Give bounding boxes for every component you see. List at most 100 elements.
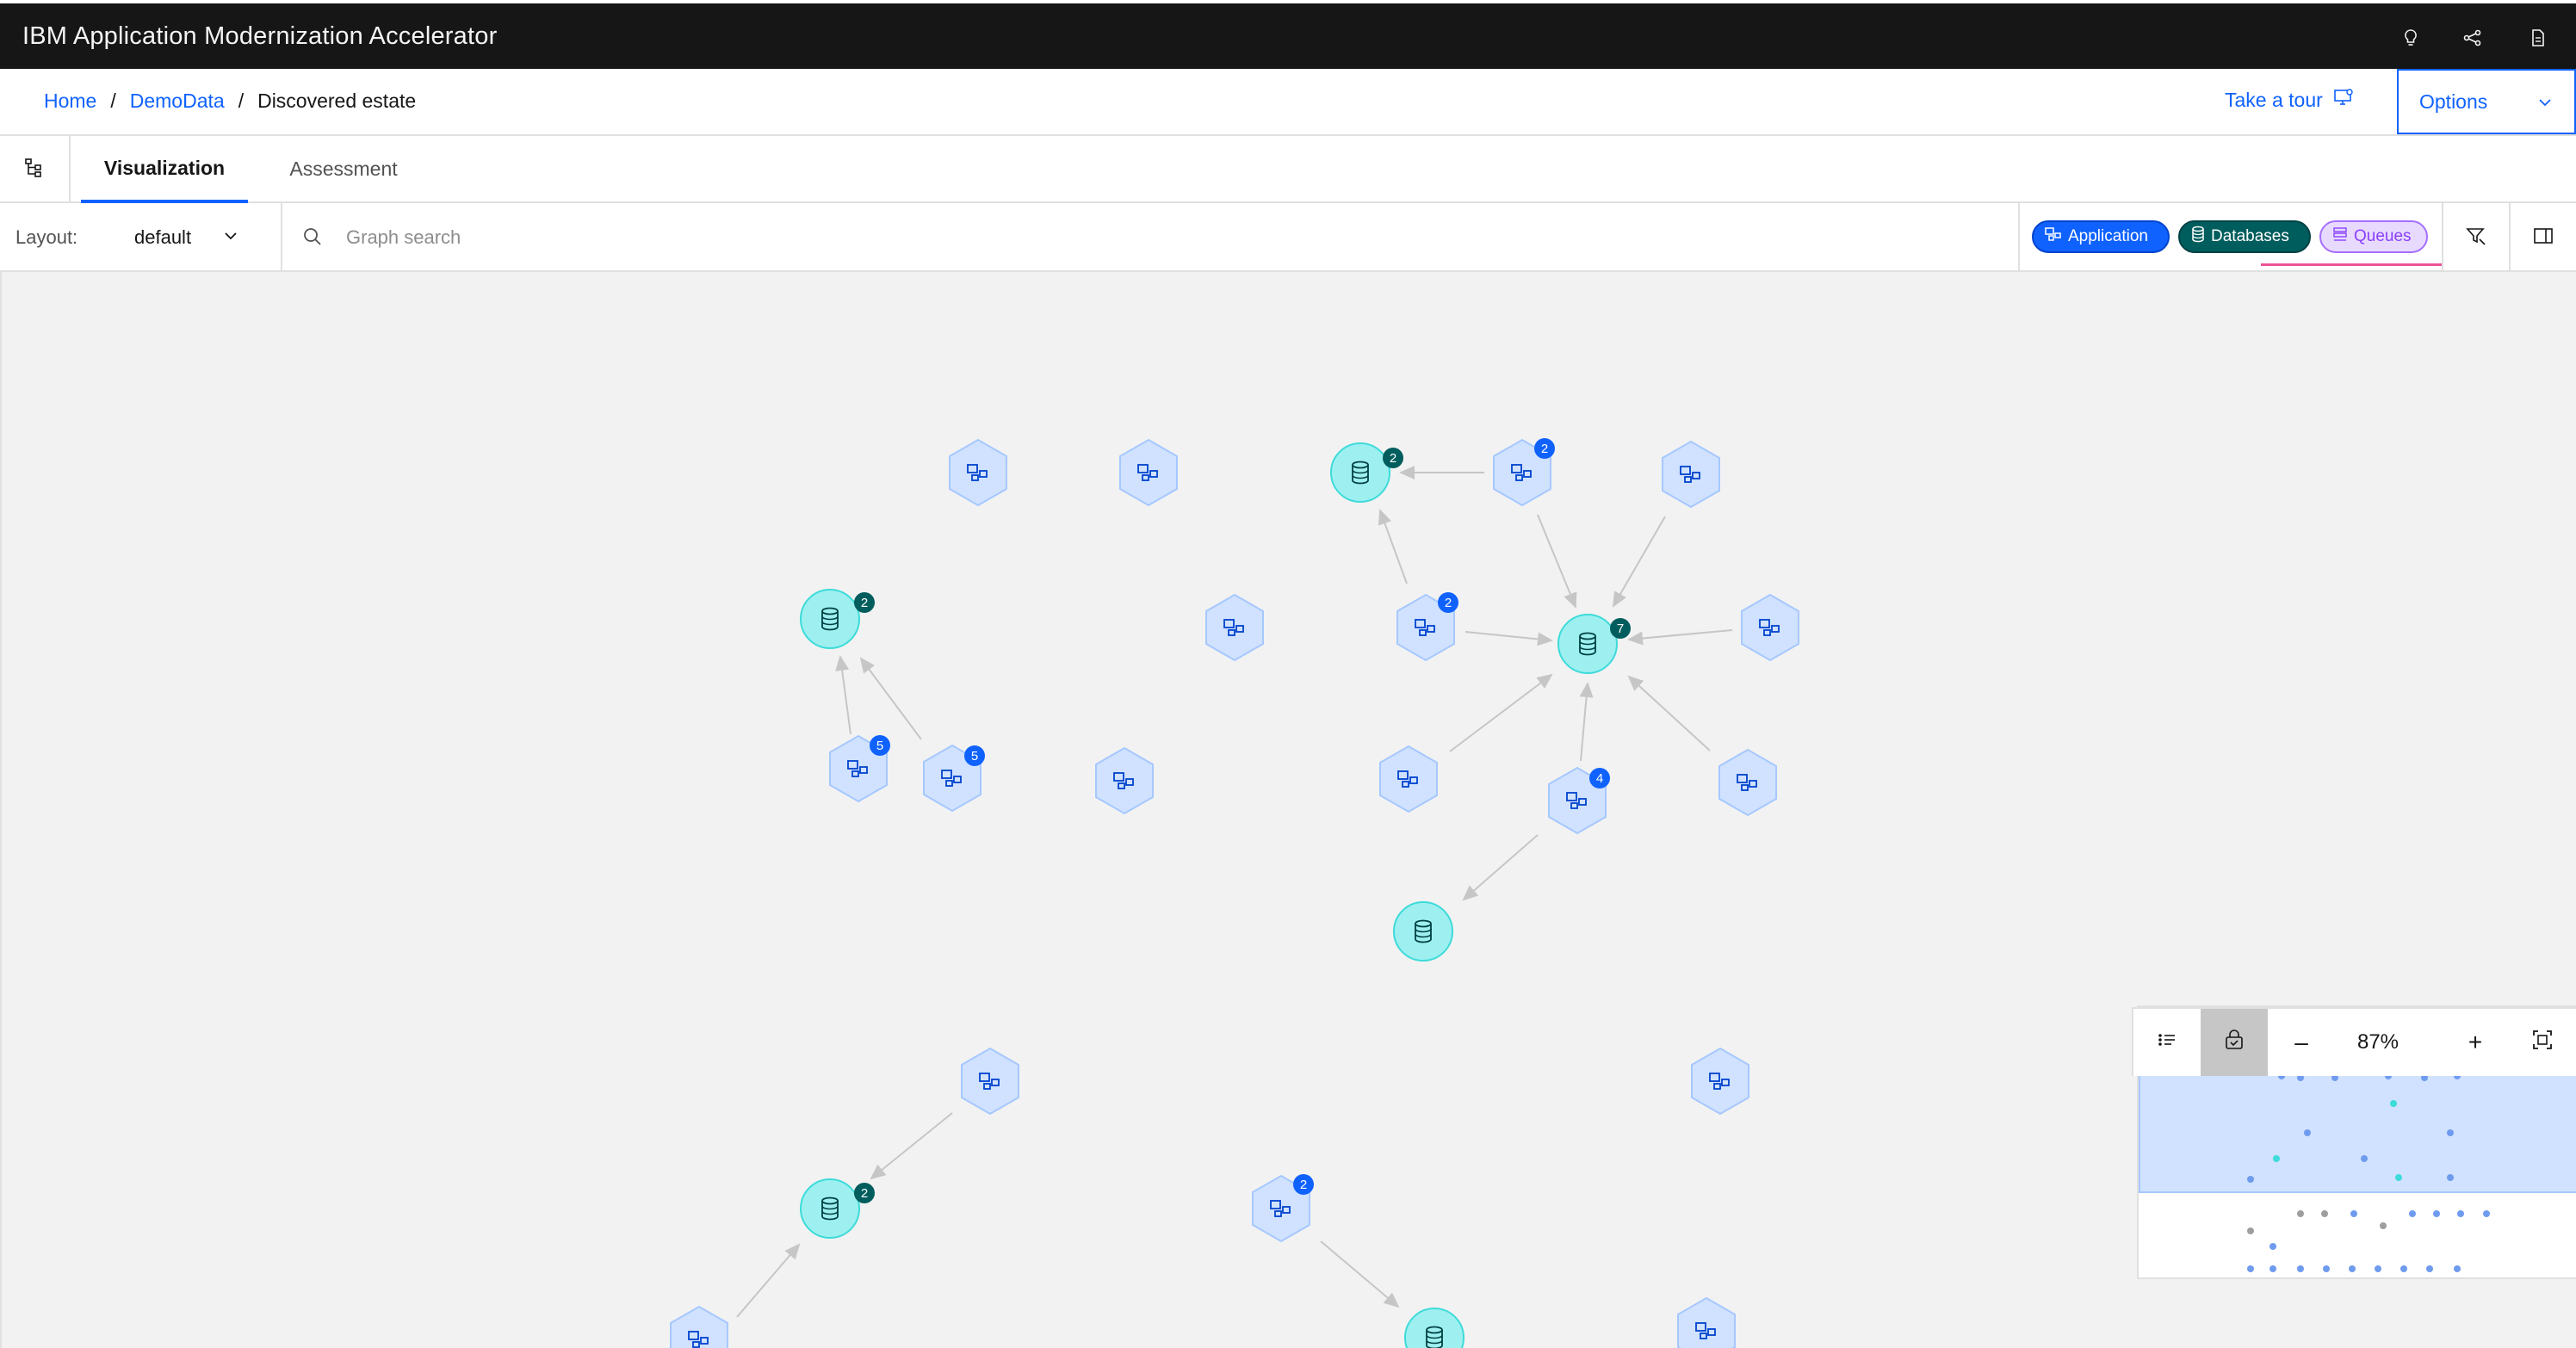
- graph-edge: [870, 1112, 953, 1180]
- lock-view-icon: [2223, 1029, 2245, 1057]
- chip-application-label: Application: [2068, 227, 2148, 245]
- database-node[interactable]: [1330, 442, 1390, 503]
- graph-edge: [835, 655, 851, 735]
- database-node[interactable]: [1557, 614, 1618, 674]
- database-icon: [2190, 226, 2206, 248]
- take-a-tour-link[interactable]: Take a tour: [2225, 88, 2354, 112]
- tab-bar: Visualization Assessment: [0, 136, 2576, 203]
- app-title: IBM Application Modernization Accelerato…: [22, 22, 498, 50]
- tour-monitor-icon: [2333, 88, 2354, 112]
- application-node[interactable]: [949, 438, 1007, 507]
- db-count-badge: 2: [854, 1183, 875, 1203]
- options-label: Options: [2419, 90, 2488, 113]
- graph-canvas[interactable]: 2 2 2 2 7 5 5 4 2 2: [0, 272, 2576, 1348]
- filter-button[interactable]: [2442, 203, 2509, 272]
- zoom-out-button[interactable]: –: [2268, 1009, 2335, 1076]
- badge-count: 5: [876, 739, 883, 753]
- database-node[interactable]: [1404, 1308, 1464, 1348]
- application-icon: [2044, 226, 2063, 248]
- graph-edge: [1464, 631, 1553, 646]
- breadcrumb-separator: /: [110, 90, 116, 112]
- side-panel-icon: [2532, 225, 2554, 251]
- application-node[interactable]: [1379, 745, 1438, 813]
- chevron-down-icon[interactable]: [222, 227, 239, 249]
- zoom-controls: – 87% +: [2132, 1007, 2576, 1076]
- graph-edge: [1378, 509, 1408, 584]
- badge-count: 2: [1541, 442, 1548, 456]
- badge-count: 5: [971, 749, 978, 764]
- chip-queues-label: Queues: [2354, 227, 2412, 245]
- lock-view-button[interactable]: [2201, 1009, 2268, 1076]
- application-node[interactable]: [1741, 593, 1799, 662]
- take-a-tour-label: Take a tour: [2225, 88, 2323, 111]
- graph-edge: [1627, 675, 1711, 751]
- fit-to-screen-button[interactable]: [2509, 1009, 2576, 1076]
- zoom-in-button[interactable]: +: [2442, 1009, 2509, 1076]
- badge-count: 2: [1390, 451, 1396, 466]
- list-icon: [2156, 1029, 2178, 1057]
- app-count-badge: 2: [1438, 592, 1458, 613]
- graph-edge: [1537, 514, 1577, 609]
- db-count-badge: 2: [854, 592, 875, 613]
- application-node[interactable]: [961, 1047, 1019, 1116]
- graph-edge: [1579, 682, 1594, 762]
- graph-edge: [1462, 834, 1539, 901]
- badge-count: 2: [1445, 596, 1452, 610]
- chevron-down-icon: [2536, 93, 2554, 116]
- badge-count: 2: [1300, 1178, 1307, 1192]
- graph-search: [281, 203, 2020, 272]
- database-nodes: [800, 442, 1618, 1348]
- app-count-badge: 5: [870, 735, 890, 756]
- app-count-badge: 2: [1293, 1174, 1314, 1195]
- filter-chip-application[interactable]: Application: [2032, 220, 2170, 253]
- breadcrumb-home[interactable]: Home: [44, 90, 96, 113]
- filter-chip-queues[interactable]: Queues: [2319, 220, 2428, 253]
- application-node[interactable]: [1691, 1047, 1749, 1116]
- db-count-badge: 7: [1610, 618, 1631, 639]
- badge-count: 2: [861, 1186, 868, 1201]
- database-node[interactable]: [800, 1178, 860, 1239]
- graph-toolbar: Layout: default Application Databases: [0, 203, 2576, 272]
- chip-databases-label: Databases: [2211, 227, 2289, 245]
- badge-count: 2: [861, 596, 868, 610]
- share-icon[interactable]: [2455, 21, 2490, 55]
- graph-edge: [1449, 673, 1553, 752]
- database-node[interactable]: [1393, 901, 1453, 962]
- breadcrumb-bar: Home / DemoData / Discovered estate Take…: [0, 69, 2576, 136]
- application-node[interactable]: [1205, 593, 1264, 662]
- graph-edge: [1613, 516, 1666, 608]
- application-node[interactable]: [1718, 748, 1777, 817]
- breadcrumb-demodata[interactable]: DemoData: [130, 90, 225, 113]
- options-dropdown[interactable]: Options: [2397, 69, 2576, 134]
- database-node[interactable]: [800, 589, 860, 649]
- application-node[interactable]: [1677, 1296, 1736, 1348]
- queue-icon: [2331, 226, 2349, 248]
- search-icon: [301, 226, 324, 252]
- layout-select[interactable]: default: [134, 226, 191, 249]
- graph-search-input[interactable]: [346, 219, 1982, 257]
- graph-edge: [1627, 629, 1733, 646]
- lightbulb-icon[interactable]: [2393, 21, 2428, 55]
- tab-assessment[interactable]: Assessment: [270, 136, 417, 203]
- tab-visualization[interactable]: Visualization: [81, 136, 248, 203]
- breadcrumb-current: Discovered estate: [257, 90, 417, 112]
- breadcrumb-separator: /: [238, 90, 245, 112]
- application-node[interactable]: [1095, 746, 1154, 815]
- graph-edge: [859, 657, 922, 740]
- fit-screen-icon: [2531, 1029, 2554, 1057]
- legend-button[interactable]: [2133, 1009, 2201, 1076]
- chip-focus-underline: [2261, 263, 2442, 266]
- breadcrumb: Home / DemoData / Discovered estate: [44, 90, 416, 113]
- application-node[interactable]: [670, 1305, 728, 1348]
- layout-label: Layout:: [15, 226, 78, 248]
- graph-edge: [1320, 1240, 1400, 1308]
- tree-view-button[interactable]: [0, 136, 71, 203]
- app-count-badge: 2: [1534, 438, 1555, 459]
- filter-chip-databases[interactable]: Databases: [2178, 220, 2311, 253]
- application-node[interactable]: [1662, 440, 1720, 509]
- side-panel-toggle[interactable]: [2509, 203, 2576, 272]
- tree-view-icon: [23, 157, 46, 183]
- document-icon[interactable]: [2521, 21, 2555, 55]
- application-node[interactable]: [1119, 438, 1178, 507]
- app-root: IBM Application Modernization Accelerato…: [0, 0, 2576, 1348]
